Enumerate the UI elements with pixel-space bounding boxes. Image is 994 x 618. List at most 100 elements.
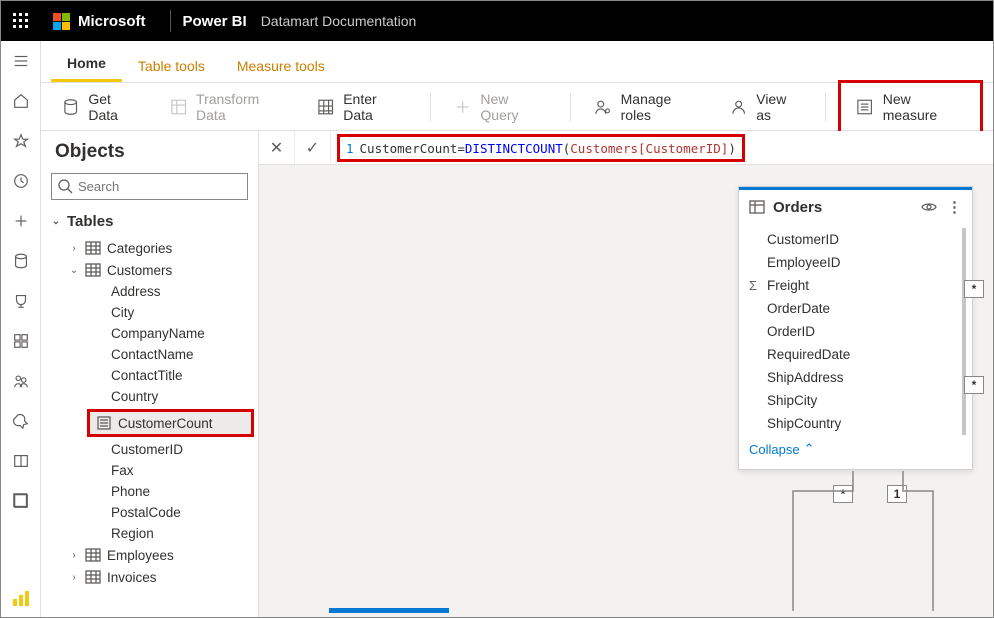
table-employees[interactable]: ›Employees	[51, 544, 258, 566]
nav-recent-icon[interactable]	[1, 161, 41, 201]
col-region[interactable]: Region	[51, 523, 258, 544]
nav-workspaces-icon[interactable]	[1, 481, 41, 521]
relationship-lines	[733, 471, 973, 611]
objects-search-input[interactable]	[51, 173, 248, 200]
field-shipcountry[interactable]: ShipCountry	[739, 412, 960, 435]
orders-card-header[interactable]: Orders ⋮	[739, 187, 972, 224]
person-gear-icon	[593, 97, 612, 117]
nav-favorites-icon[interactable]	[1, 121, 41, 161]
ribbon-divider	[570, 93, 571, 121]
formula-highlight[interactable]: 1 CustomerCount = DISTINCTCOUNT(Customer…	[337, 134, 745, 162]
title-divider	[170, 10, 171, 32]
canvas-scrollbar[interactable]	[329, 608, 449, 613]
formula-line-number: 1	[346, 141, 354, 156]
tables-section[interactable]: ⌄Tables	[51, 210, 258, 233]
microsoft-logo-icon	[53, 13, 70, 30]
microsoft-logo: Microsoft	[41, 1, 158, 41]
field-requireddate[interactable]: RequiredDate	[739, 343, 960, 366]
search-icon	[57, 178, 73, 197]
nav-create-icon[interactable]	[1, 201, 41, 241]
chevron-down-icon: ⌄	[69, 265, 79, 276]
relationship-handle-star-3[interactable]: *	[833, 485, 853, 503]
field-freight[interactable]: Freight	[739, 274, 960, 297]
person-icon	[729, 97, 748, 117]
nav-goals-icon[interactable]	[1, 281, 41, 321]
field-employeeid[interactable]: EmployeeID	[739, 251, 960, 274]
relationship-handle-star-1[interactable]: *	[964, 280, 984, 298]
col-contacttitle[interactable]: ContactTitle	[51, 365, 258, 386]
plus-icon	[453, 97, 472, 117]
field-customerid[interactable]: CustomerID	[739, 228, 960, 251]
nav-shared-icon[interactable]	[1, 361, 41, 401]
transform-data-label: Transform Data	[196, 91, 290, 123]
col-contactname[interactable]: ContactName	[51, 344, 258, 365]
more-icon[interactable]: ⋮	[947, 198, 962, 216]
table-icon	[316, 97, 335, 117]
nav-deployment-icon[interactable]	[1, 401, 41, 441]
tab-home[interactable]: Home	[51, 45, 122, 82]
objects-title: Objects	[41, 131, 258, 169]
nav-home-icon[interactable]	[1, 81, 41, 121]
table-icon	[85, 569, 101, 585]
nav-apps-icon[interactable]	[1, 321, 41, 361]
formula-bar: ✕ ✓ 1 CustomerCount = DISTINCTCOUNT(Cust…	[259, 131, 993, 165]
transform-icon	[169, 97, 188, 117]
manage-roles-label: Manage roles	[621, 91, 703, 123]
formula-column-ref: Customers[CustomerID]	[570, 141, 728, 156]
table-customers[interactable]: ⌄Customers	[51, 259, 258, 281]
measure-customercount[interactable]: CustomerCount	[90, 412, 251, 434]
table-icon	[85, 240, 101, 256]
orders-collapse-button[interactable]: Collapse⌃	[739, 435, 972, 463]
app-launcher-icon[interactable]	[1, 1, 41, 41]
tab-table-tools[interactable]: Table tools	[122, 48, 221, 82]
tab-measure-tools[interactable]: Measure tools	[221, 48, 341, 82]
nav-learn-icon[interactable]	[1, 441, 41, 481]
col-companyname[interactable]: CompanyName	[51, 323, 258, 344]
table-icon	[85, 262, 101, 278]
formula-commit-icon[interactable]: ✓	[295, 131, 331, 164]
chevron-up-icon: ⌃	[804, 441, 815, 457]
field-orderdate[interactable]: OrderDate	[739, 297, 960, 320]
enter-data-label: Enter Data	[343, 91, 408, 123]
chevron-right-icon: ›	[69, 572, 79, 583]
nav-datasets-icon[interactable]	[1, 241, 41, 281]
field-shipcity[interactable]: ShipCity	[739, 389, 960, 412]
formula-function: DISTINCTCOUNT	[465, 141, 563, 156]
view-as-button[interactable]: View as	[719, 85, 814, 129]
new-query-button: New Query	[443, 85, 558, 129]
ribbon-tabs: Home Table tools Measure tools	[41, 41, 993, 83]
new-measure-button[interactable]: New measure	[845, 85, 976, 129]
col-fax[interactable]: Fax	[51, 460, 258, 481]
formula-cancel-icon[interactable]: ✕	[259, 131, 295, 164]
col-phone[interactable]: Phone	[51, 481, 258, 502]
table-categories[interactable]: ›Categories	[51, 237, 258, 259]
new-query-label: New Query	[480, 91, 548, 123]
model-canvas[interactable]: ✕ ✓ 1 CustomerCount = DISTINCTCOUNT(Cust…	[259, 131, 993, 617]
orders-table-card[interactable]: Orders ⋮ CustomerID EmployeeID Freight O…	[738, 186, 973, 470]
col-city[interactable]: City	[51, 302, 258, 323]
document-title: Datamart Documentation	[261, 13, 417, 29]
nav-powerbi-icon[interactable]	[1, 578, 41, 618]
chevron-right-icon: ›	[69, 243, 79, 254]
relationship-handle-star-2[interactable]: *	[964, 376, 984, 394]
objects-tree: ⌄Tables ›Categories ⌄Customers Address C…	[41, 206, 258, 617]
manage-roles-button[interactable]: Manage roles	[583, 85, 713, 129]
col-customerid[interactable]: CustomerID	[51, 439, 258, 460]
field-shipaddress[interactable]: ShipAddress	[739, 366, 960, 389]
col-address[interactable]: Address	[51, 281, 258, 302]
measure-icon	[96, 415, 112, 431]
chevron-right-icon: ›	[69, 550, 79, 561]
table-icon	[85, 547, 101, 563]
transform-data-button: Transform Data	[159, 85, 300, 129]
objects-search[interactable]	[51, 173, 248, 200]
nav-menu-icon[interactable]	[1, 41, 41, 81]
product-label: Power BI	[183, 13, 247, 30]
get-data-button[interactable]: Get Data	[51, 85, 153, 129]
enter-data-button[interactable]: Enter Data	[306, 85, 418, 129]
visibility-icon[interactable]	[921, 199, 937, 215]
col-country[interactable]: Country	[51, 386, 258, 407]
relationship-handle-one[interactable]: 1	[887, 485, 907, 503]
col-postalcode[interactable]: PostalCode	[51, 502, 258, 523]
field-orderid[interactable]: OrderID	[739, 320, 960, 343]
table-invoices[interactable]: ›Invoices	[51, 566, 258, 588]
